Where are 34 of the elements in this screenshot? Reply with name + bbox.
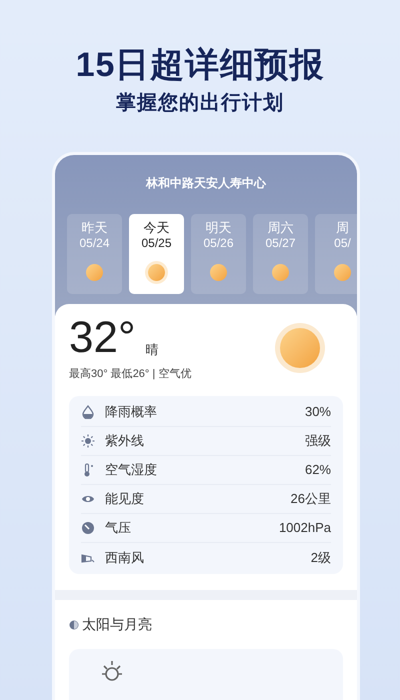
sun-icon: [86, 264, 103, 281]
detail-label: 西南风: [105, 548, 144, 567]
detail-label: 气压: [105, 519, 131, 538]
gauge-icon: [81, 521, 95, 535]
sun-icon: [275, 322, 325, 373]
day-tab[interactable]: 周 05/: [315, 214, 357, 294]
sun-icon: [81, 434, 95, 448]
detail-value: 2级: [310, 548, 331, 567]
detail-value: 62%: [304, 461, 331, 480]
moon-icon: [69, 620, 79, 630]
headline: 15日超详细预报: [76, 45, 324, 86]
detail-value: 26公里: [290, 490, 331, 508]
sun-icon: [272, 264, 289, 281]
detail-value: 强级: [305, 432, 331, 450]
day-tab[interactable]: 明天 05/26: [191, 214, 246, 294]
location-title: 林和中路天安人寿中心: [146, 175, 266, 192]
detail-label: 能见度: [105, 490, 144, 508]
sun-icon: [148, 264, 165, 281]
subtitle: 掌握您的出行计划: [116, 91, 284, 116]
detail-value: 1002hPa: [278, 519, 331, 538]
detail-label: 紫外线: [105, 432, 144, 450]
drop-icon: [81, 405, 95, 419]
day-tab[interactable]: 今天 05/25: [129, 214, 184, 294]
detail-value: 30%: [304, 403, 331, 422]
detail-label: 空气湿度: [105, 461, 157, 480]
section-title: 太阳与月亮: [82, 615, 152, 634]
temperature: 32°: [69, 314, 136, 362]
sun-icon: [210, 264, 227, 281]
day-tab[interactable]: 周六 05/27: [253, 214, 308, 294]
day-tab[interactable]: 昨天 05/24: [67, 214, 122, 294]
temperature-summary: 最高30° 最低26° | 空气优: [69, 366, 192, 382]
condition: 晴: [146, 341, 159, 359]
detail-label: 降雨概率: [105, 403, 157, 422]
sun-icon: [334, 264, 351, 281]
